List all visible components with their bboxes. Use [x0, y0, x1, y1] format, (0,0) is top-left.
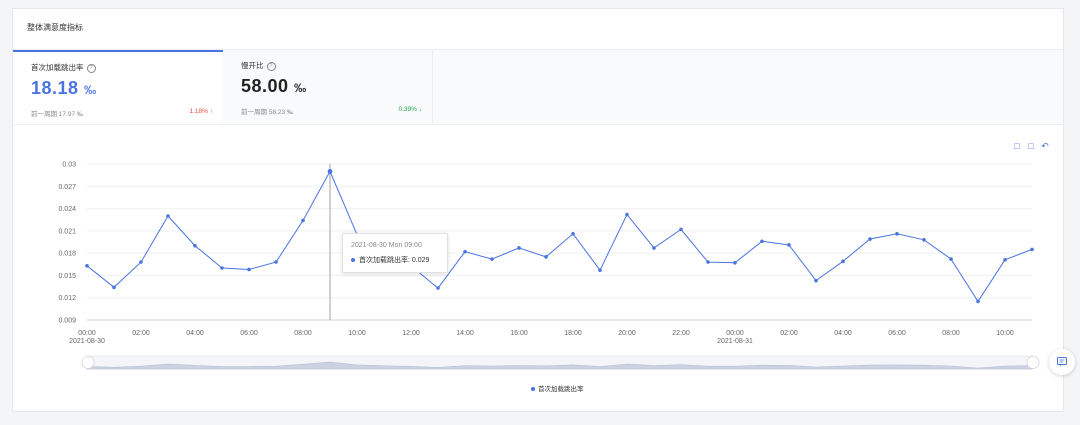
legend-label: 首次加载跳出率	[538, 386, 584, 393]
data-point	[922, 237, 926, 242]
data-point	[436, 286, 440, 290]
tooltip-row: 首次加载跳出率: 0.029	[351, 255, 429, 265]
legend-marker	[531, 387, 535, 392]
x-tick-label: 06:00	[888, 330, 906, 337]
data-point	[544, 255, 548, 259]
x-tick-label: 10:00	[348, 330, 366, 337]
data-point	[490, 257, 494, 261]
data-point	[706, 260, 710, 264]
data-point	[247, 267, 251, 272]
data-point	[679, 227, 683, 232]
x-tick-label: 08:00	[942, 330, 960, 337]
y-tick-label: 0.015	[58, 273, 76, 280]
x-tick-label: 08:00	[294, 330, 312, 337]
y-tick-label: 0.009	[58, 318, 76, 325]
feedback-button[interactable]	[1049, 349, 1075, 375]
x-tick-label: 04:00	[186, 330, 204, 337]
chart-legend[interactable]: 首次加载跳出率	[531, 383, 584, 393]
x-tick-label: 20:00	[618, 330, 636, 337]
data-point	[571, 232, 575, 236]
data-point	[652, 246, 656, 250]
data-point	[814, 278, 818, 283]
x-tick-label: 16:00	[510, 330, 528, 337]
data-point	[841, 259, 845, 264]
data-point	[463, 249, 467, 254]
tooltip-label: 首次加载跳出率:	[359, 257, 410, 264]
series-dot	[351, 258, 355, 263]
line-chart: 0.009 0.012 0.015 0.018 0.021 0.024 0.027 0.03 0…	[58, 162, 1040, 370]
x-tick-label: 02:00	[132, 330, 150, 337]
tooltip-title: 2021-08-30 Mon 09:00	[351, 242, 422, 249]
data-point	[976, 299, 980, 304]
data-point	[193, 243, 197, 248]
data-point	[895, 232, 899, 236]
chart-tooltip: 2021-08-30 Mon 09:00 首次加载跳出率: 0.029	[342, 233, 448, 273]
data-point	[274, 260, 278, 264]
data-point	[327, 169, 333, 174]
data-point	[625, 212, 629, 217]
x-tick-label: 00:00	[78, 330, 96, 337]
x-date-label: 2021-08-31	[717, 338, 753, 345]
x-tick-label: 14:00	[456, 330, 474, 337]
data-point	[139, 260, 143, 264]
y-tick-label: 0.021	[58, 228, 76, 235]
x-tick-label: 00:00	[726, 330, 744, 337]
tooltip-value: 0.029	[411, 257, 430, 264]
data-point	[949, 257, 953, 261]
data-point	[1030, 247, 1034, 252]
datazoom-handle-right	[1026, 356, 1040, 369]
data-point	[598, 268, 602, 273]
x-tick-label: 18:00	[564, 330, 582, 337]
x-tick-label: 04:00	[834, 330, 852, 337]
data-point	[112, 285, 116, 290]
y-tick-label: 0.018	[58, 251, 76, 258]
data-point	[787, 243, 791, 247]
y-tick-label: 0.027	[58, 184, 76, 191]
y-tick-label: 0.024	[58, 206, 76, 213]
data-point	[517, 246, 521, 250]
datazoom-handle-left	[81, 356, 95, 369]
feedback-icon	[1057, 357, 1067, 367]
data-point	[733, 261, 737, 265]
y-tick-label: 0.012	[58, 295, 76, 302]
x-tick-label: 12:00	[402, 330, 420, 337]
data-point	[301, 218, 305, 223]
series-line	[86, 170, 1033, 303]
x-tick-label: 22:00	[672, 330, 690, 337]
data-point	[220, 266, 224, 270]
data-point	[868, 237, 872, 241]
x-tick-label: 06:00	[240, 330, 258, 337]
data-point	[85, 263, 89, 268]
y-tick-label: 0.03	[62, 162, 76, 169]
data-point	[166, 214, 170, 218]
data-point	[760, 239, 764, 244]
data-point	[1003, 258, 1007, 262]
x-date-label: 2021-08-30	[69, 338, 105, 345]
x-tick-label: 10:00	[996, 330, 1014, 337]
x-tick-label: 02:00	[780, 330, 798, 337]
